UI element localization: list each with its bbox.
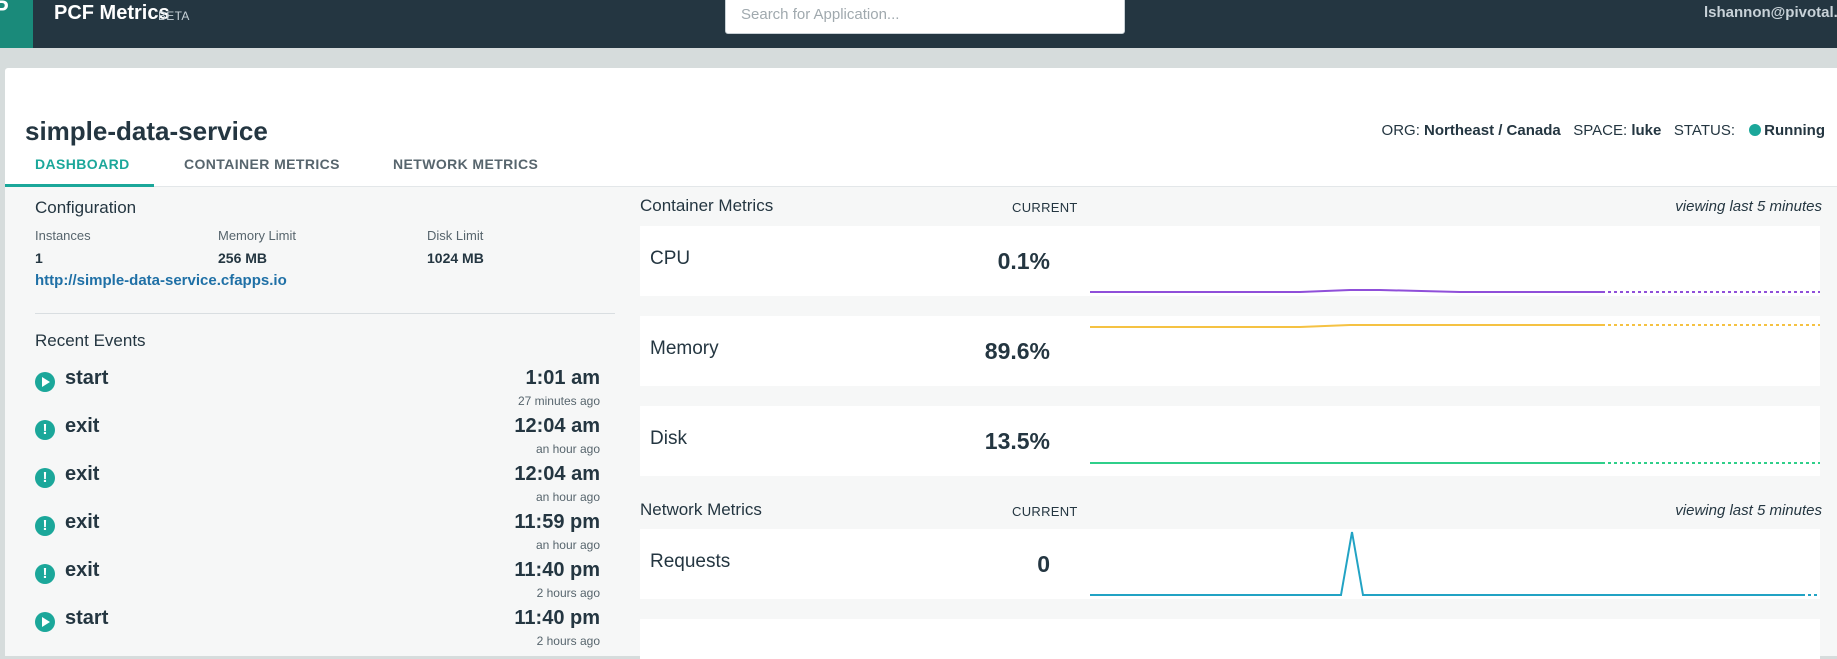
tab-dashboard[interactable]: DASHBOARD xyxy=(35,156,130,184)
event-name: exit xyxy=(65,415,100,437)
cpu-line xyxy=(1090,289,1602,293)
left-panel: Configuration Instances Memory Limit Dis… xyxy=(5,187,625,656)
network-current-label: CURRENT xyxy=(1012,504,1078,519)
metric-name: Memory xyxy=(650,338,719,359)
event-time: 1:01 am xyxy=(525,367,601,389)
page-title: simple-data-service xyxy=(25,116,268,146)
event-item[interactable]: start 11:40 pm 2 hours ago xyxy=(35,607,600,651)
org-label: ORG: xyxy=(1381,122,1420,139)
tab-container-metrics[interactable]: CONTAINER METRICS xyxy=(184,156,340,184)
disk-sparkline xyxy=(1090,462,1820,464)
event-name: start xyxy=(65,607,109,629)
play-circle-icon xyxy=(35,612,55,632)
memory-limit-label: Memory Limit xyxy=(218,228,297,243)
memory-limit-value: 256 MB xyxy=(218,250,268,266)
space-value: luke xyxy=(1631,122,1662,139)
logo-letter: P xyxy=(0,0,9,21)
alert-circle-icon xyxy=(35,468,55,488)
metrics-panel: Container Metrics CURRENT viewing last 5… xyxy=(625,187,1837,659)
metric-row-cpu[interactable]: CPU 0.1% xyxy=(640,226,1820,296)
top-navigation-bar: P PCF Metrics BETA Search for Applicatio… xyxy=(0,0,1837,48)
memory-line xyxy=(1090,324,1602,328)
app-meta-info: ORG: Northeast / Canada SPACE: luke STAT… xyxy=(1382,122,1825,139)
status-badge: Running xyxy=(1764,122,1825,139)
event-relative-time: 27 minutes ago xyxy=(517,394,600,408)
event-name: exit xyxy=(65,511,100,533)
alert-circle-icon xyxy=(35,420,55,440)
app-dashboard-card: simple-data-service ORG: Northeast / Can… xyxy=(5,68,1837,659)
alert-circle-icon xyxy=(35,564,55,584)
cpu-sparkline xyxy=(1090,289,1820,293)
beta-badge: BETA xyxy=(158,9,190,23)
event-time: 11:59 pm xyxy=(514,511,600,533)
event-time: 11:40 pm xyxy=(514,607,600,629)
event-item[interactable]: exit 11:40 pm 2 hours ago xyxy=(35,559,600,603)
app-url-link[interactable]: http://simple-data-service.cfapps.io xyxy=(35,272,287,289)
event-item[interactable]: exit 12:04 am an hour ago xyxy=(35,463,600,507)
product-title[interactable]: PCF Metrics xyxy=(54,2,170,25)
event-name: start xyxy=(65,367,109,389)
metric-current-value: 89.6% xyxy=(984,338,1050,364)
event-item[interactable]: start 1:01 am 27 minutes ago xyxy=(35,367,600,411)
event-relative-time: 2 hours ago xyxy=(536,634,600,648)
metric-current-value: 0.1% xyxy=(997,248,1050,274)
event-relative-time: an hour ago xyxy=(535,538,600,552)
divider xyxy=(35,313,615,314)
event-name: exit xyxy=(65,559,100,581)
tab-network-metrics[interactable]: NETWORK METRICS xyxy=(393,156,538,184)
metric-row-requests[interactable]: Requests 0 xyxy=(640,529,1820,599)
instances-value: 1 xyxy=(35,250,43,266)
metric-name: Requests xyxy=(650,551,731,572)
application-search-input[interactable]: Search for Application... xyxy=(725,0,1125,34)
container-metrics-heading: Container Metrics xyxy=(640,196,774,215)
disk-limit-label: Disk Limit xyxy=(427,228,484,243)
container-current-label: CURRENT xyxy=(1012,200,1078,215)
network-viewing-range: viewing last 5 minutes xyxy=(1675,502,1822,519)
disk-limit-value: 1024 MB xyxy=(427,250,484,266)
metric-row-next[interactable] xyxy=(640,619,1820,659)
metric-name: Disk xyxy=(650,428,687,449)
instances-label: Instances xyxy=(35,228,91,243)
configuration-heading: Configuration xyxy=(35,198,137,217)
container-viewing-range: viewing last 5 minutes xyxy=(1675,198,1822,215)
event-relative-time: an hour ago xyxy=(535,442,600,456)
event-time: 12:04 am xyxy=(514,415,600,437)
metric-row-memory[interactable]: Memory 89.6% xyxy=(640,316,1820,386)
requests-sparkline xyxy=(1090,531,1820,596)
status-label: STATUS: xyxy=(1673,122,1735,139)
status-dot-icon xyxy=(1749,124,1762,136)
memory-sparkline xyxy=(1090,324,1820,328)
space-label: SPACE: xyxy=(1573,122,1628,139)
metric-current-value: 0 xyxy=(1037,551,1050,577)
requests-line xyxy=(1090,531,1802,596)
pivotal-logo[interactable]: P xyxy=(0,0,33,48)
network-metrics-heading: Network Metrics xyxy=(640,500,762,519)
event-relative-time: 2 hours ago xyxy=(536,586,600,600)
alert-circle-icon xyxy=(35,516,55,536)
metric-name: CPU xyxy=(650,248,691,269)
event-time: 11:40 pm xyxy=(514,559,600,581)
event-relative-time: an hour ago xyxy=(535,490,600,504)
tab-bar: DASHBOARD CONTAINER METRICS NETWORK METR… xyxy=(5,156,1837,187)
event-time: 12:04 am xyxy=(514,463,600,485)
event-item[interactable]: exit 11:59 pm an hour ago xyxy=(35,511,600,555)
metric-current-value: 13.5% xyxy=(984,428,1050,454)
user-account-menu[interactable]: lshannon@pivotal. xyxy=(1704,4,1837,21)
recent-events-heading: Recent Events xyxy=(35,331,146,350)
metric-row-disk[interactable]: Disk 13.5% xyxy=(640,406,1820,476)
event-item[interactable]: exit 12:04 am an hour ago xyxy=(35,415,600,459)
play-circle-icon xyxy=(35,372,55,392)
org-value: Northeast / Canada xyxy=(1424,122,1561,139)
event-name: exit xyxy=(65,463,100,485)
